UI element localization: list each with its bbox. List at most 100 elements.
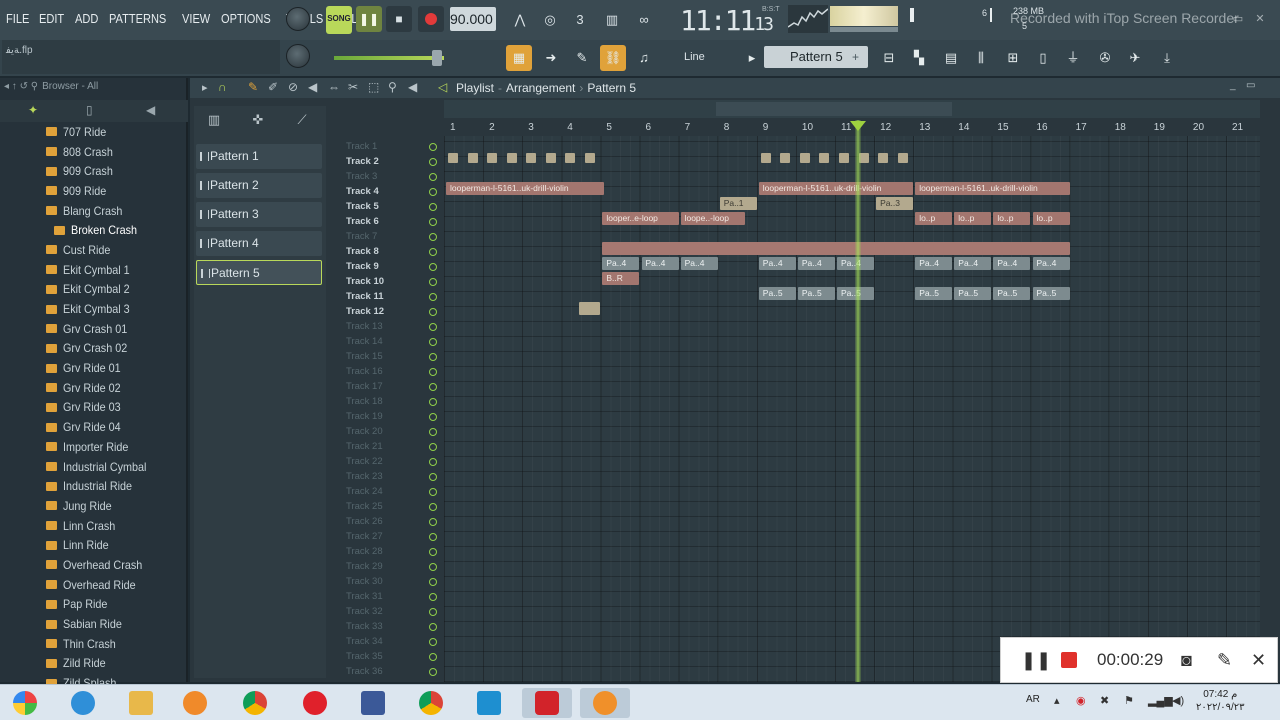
pattern-hit-clip[interactable] — [878, 153, 889, 163]
master-volume-handle[interactable] — [432, 50, 442, 66]
track-header[interactable]: Track 26 — [344, 515, 440, 530]
playhead-marker-icon[interactable] — [850, 121, 867, 131]
track-mute-led[interactable] — [429, 338, 437, 346]
playlist-clip[interactable]: Pa..5 — [797, 287, 835, 300]
taskbar-ie[interactable] — [58, 688, 108, 718]
next-arrow-button[interactable]: ➜ — [538, 45, 564, 71]
pattern-hit-clip[interactable] — [897, 153, 908, 163]
pencil-tool-button[interactable]: ✎ — [569, 45, 595, 71]
pattern-hit-clip[interactable] — [584, 153, 595, 163]
stop-button[interactable]: ■ — [386, 6, 412, 32]
play-arrow-icon[interactable]: ▸ — [202, 81, 208, 94]
pattern-item[interactable]: Pattern 4 — [196, 231, 322, 256]
playlist-clip[interactable] — [602, 242, 1070, 255]
playlist-clip[interactable]: Pa..1 — [719, 197, 757, 210]
playlist-clip[interactable]: Pa..5 — [954, 287, 992, 300]
track-header[interactable]: Track 13 — [344, 320, 440, 335]
track-mute-led[interactable] — [429, 368, 437, 376]
track-mute-led[interactable] — [429, 458, 437, 466]
browser-item[interactable]: 707 Ride — [0, 122, 188, 142]
playlist-clip[interactable]: Pa..4 — [680, 257, 718, 270]
camera-icon[interactable]: ◙ — [1181, 650, 1192, 671]
browser-item[interactable]: Industrial Ride — [0, 476, 188, 496]
taskbar-chrome-2[interactable] — [406, 688, 456, 718]
track-mute-led[interactable] — [429, 548, 437, 556]
track-header[interactable]: Track 35 — [344, 650, 440, 665]
track-mute-led[interactable] — [429, 443, 437, 451]
pattern-hit-clip[interactable] — [780, 153, 791, 163]
file-icon[interactable]: ▯ — [86, 103, 93, 117]
pattern-item[interactable]: Pattern 5 — [196, 260, 322, 285]
playlist-clip[interactable]: lo..p — [1032, 212, 1070, 225]
star-icon[interactable]: ✦ — [28, 103, 38, 117]
recorder-close-icon[interactable]: ✕ — [1251, 650, 1266, 671]
mixer-button[interactable]: ⊟ — [876, 45, 902, 71]
track-header[interactable]: Track 14 — [344, 335, 440, 350]
playlist-clip[interactable]: Pa..4 — [797, 257, 835, 270]
playlist-clip[interactable]: Pa..4 — [602, 257, 640, 270]
track-mute-led[interactable] — [429, 263, 437, 271]
draw-tool-icon[interactable]: ✎ — [248, 80, 258, 94]
playlist-clip[interactable]: Pa..5 — [915, 287, 953, 300]
browser-nav-icons[interactable]: ◂ ↑ ↺ ⚲ — [4, 81, 38, 92]
restore-window-icon[interactable]: _ — [1230, 80, 1236, 91]
playlist-clip[interactable]: looperman-l-5161..uk-drill-violin — [915, 182, 1070, 195]
browser-item[interactable]: Overhead Ride — [0, 575, 188, 595]
picker-piano-icon[interactable]: ▥ — [204, 112, 224, 132]
tools-button[interactable]: ✇ — [1092, 45, 1118, 71]
track-header[interactable]: Track 25 — [344, 500, 440, 515]
track-mute-led[interactable] — [429, 593, 437, 601]
tray-expand-icon[interactable]: ▴ — [1054, 694, 1060, 707]
browser-item[interactable]: Grv Ride 03 — [0, 398, 188, 418]
browser-item[interactable]: Jung Ride — [0, 496, 188, 516]
taskbar-chrome-1[interactable] — [230, 688, 280, 718]
project-info-button[interactable]: ▯ — [1030, 45, 1056, 71]
track-mute-led[interactable] — [429, 608, 437, 616]
track-mute-led[interactable] — [429, 308, 437, 316]
browser-item[interactable]: Thin Crash — [0, 634, 188, 654]
track-header[interactable]: Track 24 — [344, 485, 440, 500]
playlist-clip[interactable]: Pa..3 — [876, 197, 914, 210]
browser-item[interactable]: Ekit Cymbal 2 — [0, 280, 188, 300]
tray-volume-icon[interactable]: ◀) — [1172, 694, 1184, 707]
countdown-icon[interactable]: 3 — [568, 9, 592, 31]
track-header[interactable]: Track 32 — [344, 605, 440, 620]
browser-item[interactable]: Grv Ride 01 — [0, 358, 188, 378]
select-tool-icon[interactable]: ⬚ — [368, 80, 379, 94]
track-mute-led[interactable] — [429, 293, 437, 301]
pause-button[interactable]: ❚❚ — [356, 6, 382, 32]
song-position-clock[interactable]: 11:1113 — [680, 4, 774, 37]
add-pattern-icon[interactable]: + — [852, 46, 866, 68]
browser-item[interactable]: Linn Crash — [0, 516, 188, 536]
track-header[interactable]: Track 6 — [344, 215, 440, 230]
playlist-clip[interactable]: looperman-l-5161..uk-drill-violin — [758, 182, 914, 195]
menu-patterns[interactable]: PATTERNS — [109, 11, 166, 26]
track-mute-led[interactable] — [429, 668, 437, 676]
mixer-faders-button[interactable]: ⫼ — [968, 45, 994, 71]
close-icon[interactable]: ✕ — [1252, 12, 1268, 28]
browser-item[interactable]: Sabian Ride — [0, 614, 188, 634]
playlist-clip[interactable]: Pa..5 — [1032, 287, 1070, 300]
track-mute-led[interactable] — [429, 518, 437, 526]
playlist-clip[interactable] — [578, 302, 601, 315]
browser-item[interactable]: Grv Crash 01 — [0, 319, 188, 339]
track-mute-led[interactable] — [429, 353, 437, 361]
pattern-hit-clip[interactable] — [819, 153, 830, 163]
pattern-hit-clip[interactable] — [467, 153, 478, 163]
track-header[interactable]: Track 5 — [344, 200, 440, 215]
paint-tool-icon[interactable]: ✐ — [268, 80, 278, 94]
track-header[interactable]: Track 23 — [344, 470, 440, 485]
pattern-prev-button[interactable]: ▸ — [744, 45, 760, 71]
slice-tool-icon[interactable]: ✂ — [348, 80, 358, 94]
browser-item[interactable]: Industrial Cymbal — [0, 457, 188, 477]
track-mute-led[interactable] — [429, 248, 437, 256]
track-header[interactable]: Track 1 — [344, 140, 440, 155]
minimize-icon[interactable]: ▭ — [1230, 12, 1246, 28]
time-marker-row[interactable] — [444, 100, 1260, 118]
track-mute-led[interactable] — [429, 398, 437, 406]
track-header[interactable]: Track 12 — [344, 305, 440, 320]
tray-network-off-icon[interactable]: ✖ — [1100, 694, 1109, 707]
master-volume-slider[interactable] — [334, 56, 444, 60]
taskbar-fl-studio[interactable] — [580, 688, 630, 718]
playlist-grid[interactable]: looperman-l-5161..uk-drill-violin looperm… — [444, 136, 1260, 682]
